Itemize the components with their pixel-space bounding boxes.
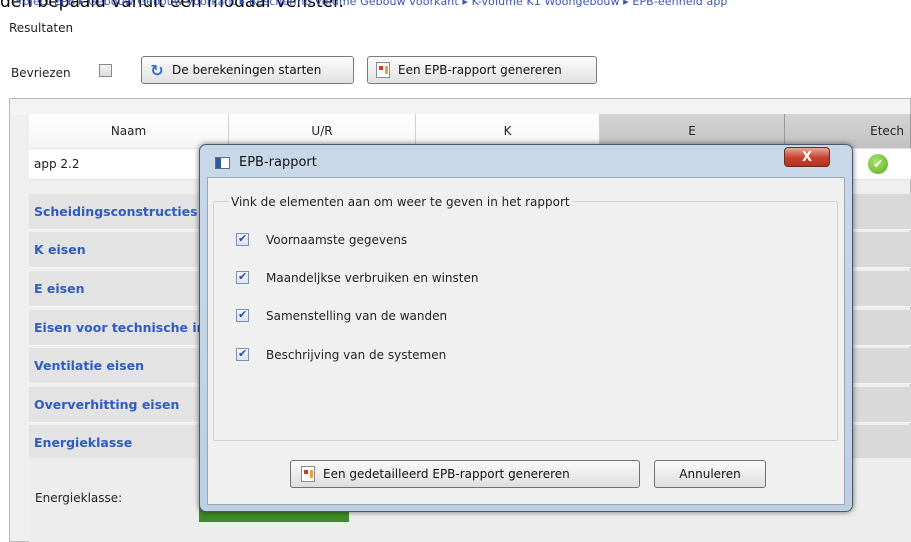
cancel-label: Annuleren (679, 467, 741, 481)
column-header-k[interactable]: K (416, 114, 600, 148)
option-label: Beschrijving van de systemen (266, 348, 447, 362)
section-right-cell (850, 425, 911, 461)
section-scheidingsconstructies[interactable]: Scheidingsconstructies (29, 194, 201, 230)
option-checkbox-walls[interactable] (236, 308, 249, 322)
breadcrumb[interactable]: Project EPB ▸ Gebouw Gebouw voorkant ▸ B… (12, 0, 728, 8)
section-ventilatie-eisen[interactable]: Ventilatie eisen (29, 348, 201, 384)
window-icon (215, 157, 230, 169)
option-label: Maandeljkse verbruiken en winsten (266, 271, 479, 285)
freeze-checkbox[interactable] (99, 64, 112, 77)
option-label: Voornaamste gegevens (266, 233, 408, 247)
section-right-cell (850, 194, 911, 230)
column-header-ur[interactable]: U/R (229, 114, 416, 148)
section-right-cell (850, 232, 911, 268)
freeze-label: Bevriezen (11, 66, 71, 80)
report-icon (299, 465, 317, 483)
generate-report-button[interactable]: Een EPB-rapport genereren (367, 56, 597, 84)
section-right-cell (850, 387, 911, 423)
report-icon (374, 61, 392, 79)
close-button[interactable]: X (784, 147, 830, 167)
section-right-cell (850, 271, 911, 307)
row-name: app 2.2 (34, 157, 80, 171)
generate-report-label: Een EPB-rapport genereren (398, 63, 562, 77)
start-calculations-button[interactable]: ↻ De berekeningen starten (141, 56, 354, 84)
section-technische-installaties[interactable]: Eisen voor technische installaties (29, 310, 201, 346)
results-title: Resultaten (9, 21, 74, 35)
generate-detailed-report-label: Een gedetailleerd EPB-rapport genereren (323, 467, 570, 481)
section-e-eisen[interactable]: E eisen (29, 271, 201, 307)
generate-detailed-report-button[interactable]: Een gedetailleerd EPB-rapport genereren (290, 460, 640, 488)
option-checkbox-systems[interactable] (236, 347, 249, 361)
start-calculations-label: De berekeningen starten (172, 63, 322, 77)
section-right-cell (850, 310, 911, 346)
energy-class-label: Energieklasse: (35, 491, 123, 505)
cancel-button[interactable]: Annuleren (654, 460, 766, 488)
options-group-title: Vink de elementen aan om weer te geven i… (229, 195, 572, 209)
option-checkbox-main-data[interactable] (236, 232, 249, 246)
column-header-e[interactable]: E (600, 114, 785, 148)
option-label: Samenstelling van de wanden (266, 309, 448, 323)
section-right-cell (850, 348, 911, 384)
section-k-eisen[interactable]: K eisen (29, 232, 201, 268)
column-header-naam[interactable]: Naam (29, 114, 229, 148)
section-oververhitting-eisen[interactable]: Oververhitting eisen (29, 387, 201, 423)
section-energieklasse[interactable]: Energieklasse (29, 425, 201, 461)
option-checkbox-monthly[interactable] (236, 270, 249, 284)
dialog-title: EPB-rapport (239, 155, 317, 170)
refresh-icon: ↻ (150, 60, 164, 80)
column-header-etech[interactable]: Etech (785, 114, 911, 148)
check-circle-icon: ✔ (868, 154, 888, 174)
